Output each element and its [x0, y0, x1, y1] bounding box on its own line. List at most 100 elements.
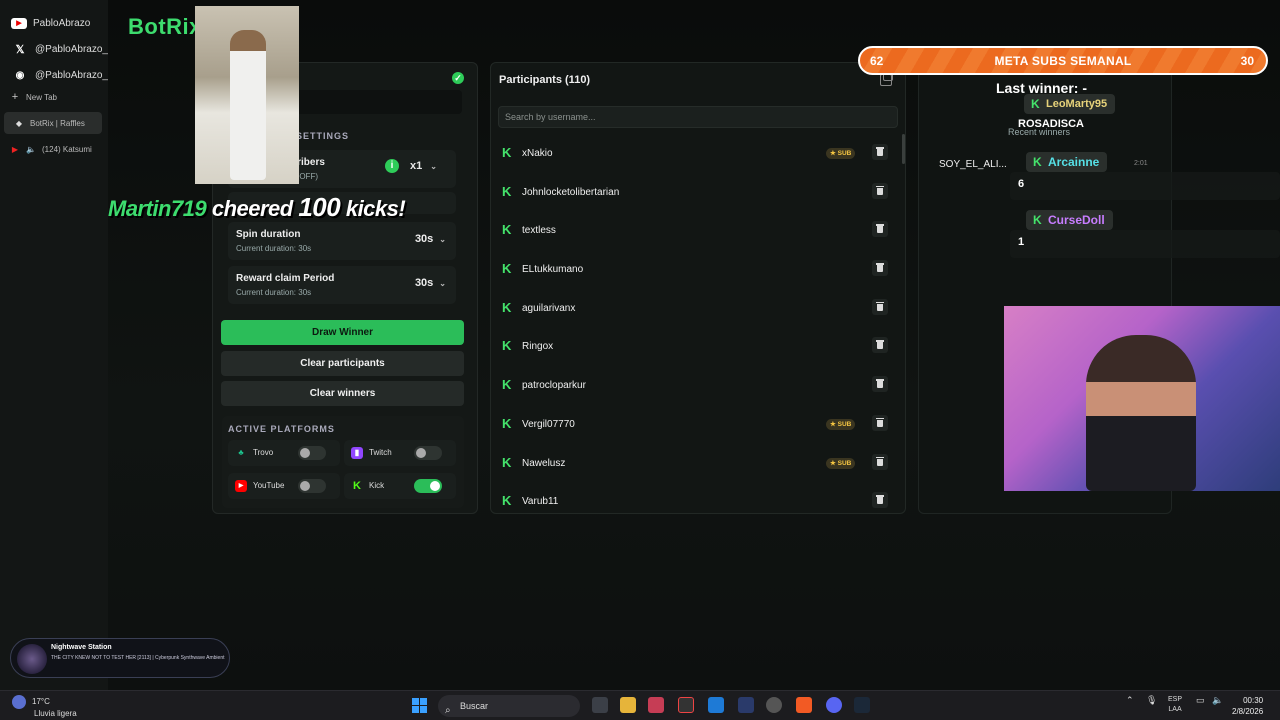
app-icon[interactable]	[648, 697, 664, 713]
participant-name: Vergil07770	[522, 418, 575, 430]
select-value: 30s	[414, 233, 434, 245]
chat-message: 1	[1018, 236, 1025, 248]
streamer-figure	[1086, 335, 1196, 491]
obs-icon[interactable]	[766, 697, 782, 713]
trash-icon[interactable]	[872, 453, 888, 470]
discord-icon: ◉	[15, 69, 25, 81]
file-explorer-icon[interactable]	[620, 697, 636, 713]
youtube-favicon-icon: ▶	[11, 144, 19, 154]
windows-start-icon[interactable]	[412, 698, 427, 713]
plus-icon: +	[11, 91, 19, 103]
kick-toggle[interactable]	[414, 479, 442, 493]
clear-winners-button[interactable]: Clear winners	[221, 381, 464, 406]
trash-icon[interactable]	[872, 337, 888, 354]
task-view-icon[interactable]	[592, 697, 608, 713]
participant-name: Johnlocketolibertarian	[522, 186, 620, 198]
kick-icon: K	[502, 377, 512, 393]
twitch-toggle[interactable]	[414, 446, 442, 460]
participants-title: Participants (110)	[499, 74, 591, 86]
keyboard-layout: LAA	[1168, 706, 1182, 713]
clear-participants-button[interactable]: Clear participants	[221, 351, 464, 376]
kick-icon: K	[502, 415, 512, 431]
platform-trovo: ♣ Trovo	[228, 440, 340, 466]
tab-youtube[interactable]: ▶ 🔈 (124) Katsumi	[0, 138, 108, 160]
language-indicator[interactable]: ESP LAA	[1168, 695, 1182, 715]
new-tab-button[interactable]: + New Tab	[0, 86, 108, 108]
trash-icon[interactable]	[872, 260, 888, 277]
list-item: K Varub11	[494, 482, 898, 521]
trash-icon[interactable]	[872, 221, 888, 238]
list-item: Kaguilarivanx	[494, 289, 898, 328]
participants-scrollbar[interactable]	[902, 134, 905, 164]
youtube-icon: ▶	[235, 480, 247, 492]
participant-search-input[interactable]	[498, 106, 898, 128]
participant-name: Varub11	[522, 496, 559, 508]
claim-period-option: Reward claim Period Current duration: 30…	[228, 266, 456, 304]
info-icon[interactable]: i	[385, 159, 399, 173]
taskbar-clock[interactable]: 00:30 2/8/2026	[1232, 695, 1263, 717]
trash-icon[interactable]	[872, 182, 888, 199]
language-code: ESP	[1168, 696, 1183, 703]
tab-label: BotRix | Raffles	[30, 118, 85, 128]
youtube-toggle[interactable]	[298, 479, 326, 493]
kick-icon: K	[502, 493, 512, 509]
platform-label: Kick	[369, 481, 385, 490]
spin-duration-select[interactable]: 30s ⌄	[415, 233, 446, 245]
app-icon[interactable]	[708, 697, 724, 713]
discord-icon[interactable]	[826, 697, 842, 713]
pinned-youtube[interactable]: ▶ PabloAbrazo	[0, 10, 108, 36]
claim-period-select[interactable]: 30s ⌄	[415, 277, 446, 289]
network-icon[interactable]: ▭	[1196, 695, 1205, 705]
pinned-discord[interactable]: ◉ @PabloAbrazo_	[0, 62, 108, 88]
list-item: KxNakio ★ SUB	[494, 134, 898, 173]
tab-botrix[interactable]: ◆ BotRix | Raffles	[4, 112, 102, 134]
search-icon: ⌕	[445, 705, 451, 716]
list-item: K Ringox	[494, 327, 898, 366]
status-indicator-icon: ✓	[452, 72, 464, 84]
spin-duration-option: Spin duration Current duration: 30s 30s ⌄	[228, 222, 456, 260]
option-title: Reward claim Period	[236, 273, 335, 284]
chat-bubble	[1010, 172, 1280, 200]
trash-icon[interactable]	[872, 144, 888, 160]
goal-target: 30	[1240, 54, 1254, 68]
platforms-title: ACTIVE PLATFORMS	[228, 424, 335, 434]
chevron-down-icon: ⌄	[439, 279, 446, 288]
trovo-toggle[interactable]	[298, 446, 326, 460]
x-icon: 𝕏	[15, 43, 25, 56]
botrix-favicon-icon: ◆	[15, 118, 23, 128]
cheer-nick: Martin719	[108, 196, 207, 221]
cheer-text: cheered	[206, 196, 299, 221]
platform-youtube: ▶ YouTube	[228, 473, 340, 499]
sub-badge: ★ SUB	[826, 148, 856, 159]
participant-name: aguilarivanx	[522, 302, 576, 314]
trash-icon[interactable]	[872, 492, 888, 509]
taskbar-search[interactable]: ⌕ Buscar	[438, 695, 580, 717]
new-tab-label: New Tab	[26, 92, 57, 102]
chat-username: LeoMarty95	[1046, 98, 1108, 110]
brave-icon[interactable]	[796, 697, 812, 713]
app-icon[interactable]	[738, 697, 754, 713]
trash-icon[interactable]	[872, 376, 888, 393]
trash-icon[interactable]	[872, 298, 888, 315]
chat-bubble	[1010, 230, 1280, 258]
participant-name: ELtukkumano	[522, 264, 584, 276]
draw-winner-button[interactable]: Draw Winner	[221, 320, 464, 345]
video-person-figure	[230, 30, 266, 180]
copy-icon[interactable]	[880, 71, 893, 86]
pinned-x[interactable]: 𝕏 @PabloAbrazo_	[0, 36, 108, 62]
chevron-up-icon[interactable]: ⌃	[1126, 695, 1134, 705]
list-item: Kpatrocloparkur	[494, 366, 898, 405]
steam-icon[interactable]	[854, 697, 870, 713]
kick-icon: K	[502, 261, 512, 277]
microphone-icon[interactable]: 🎙	[1146, 695, 1157, 705]
option-subtitle: Current duration: 30s	[236, 244, 312, 253]
platform-label: Twitch	[369, 448, 392, 457]
app-icon[interactable]	[678, 697, 694, 713]
trash-icon[interactable]	[872, 414, 888, 431]
chevron-down-icon: ⌄	[439, 235, 446, 244]
subscriber-multiplier-select[interactable]: x1 ⌄	[410, 160, 437, 172]
kick-icon: K	[502, 299, 512, 315]
kick-icon: K	[1033, 213, 1042, 227]
weather-widget[interactable]: 17°C Lluvia ligera	[12, 695, 77, 719]
volume-icon[interactable]: 🔈	[1212, 695, 1223, 705]
